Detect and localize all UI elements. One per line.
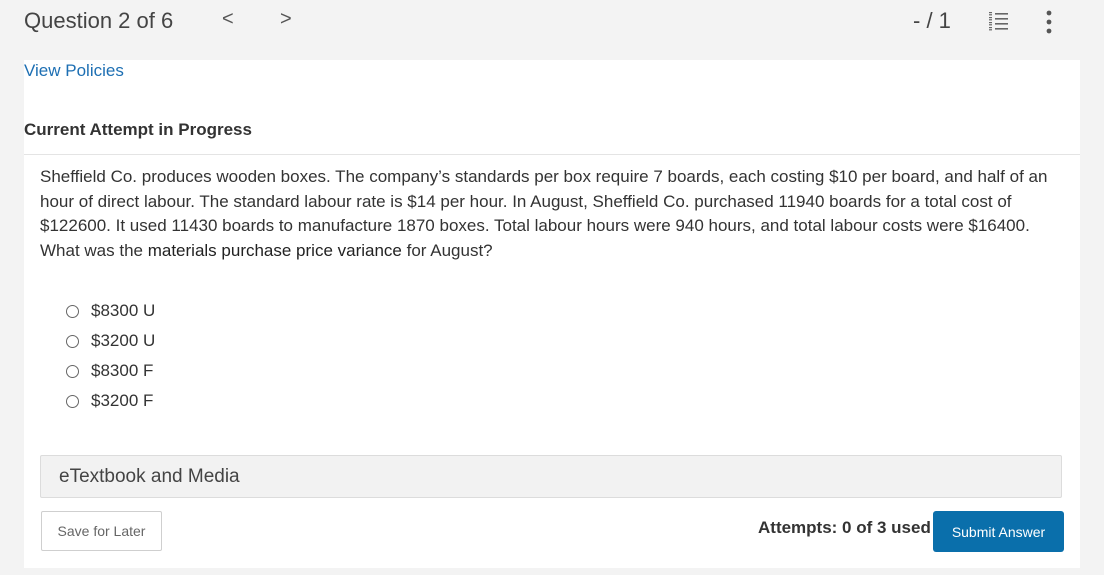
- radio-button[interactable]: [66, 334, 79, 348]
- answer-option-label: $3200 U: [91, 331, 156, 350]
- answer-option-label: $8300 F: [91, 361, 154, 380]
- answer-option[interactable]: $3200 F: [66, 386, 155, 416]
- section-divider: [24, 154, 1080, 155]
- numbered-list-icon[interactable]: [988, 11, 1008, 33]
- question-text-part: for August?: [401, 240, 493, 260]
- previous-question-button[interactable]: <: [222, 8, 234, 31]
- radio-button[interactable]: [66, 364, 79, 378]
- submit-answer-button[interactable]: Submit Answer: [933, 511, 1064, 552]
- answer-options: $8300 U $3200 U $8300 F $3200 F: [66, 296, 155, 416]
- view-policies-link[interactable]: View Policies: [24, 61, 124, 81]
- answer-option[interactable]: $8300 U: [66, 296, 155, 326]
- question-text: Sheffield Co. produces wooden boxes. The…: [40, 165, 1062, 263]
- etextbook-media-label: eTextbook and Media: [59, 466, 240, 487]
- attempt-heading: Current Attempt in Progress: [24, 120, 252, 139]
- save-for-later-button[interactable]: Save for Later: [41, 511, 162, 551]
- question-score: - / 1: [913, 8, 951, 33]
- radio-button[interactable]: [66, 394, 79, 408]
- question-title: Question 2 of 6: [24, 8, 174, 33]
- attempts-counter: Attempts: 0 of 3 used: [758, 518, 931, 537]
- answer-option[interactable]: $8300 F: [66, 356, 155, 386]
- question-header: Question 2 of 6 < > - / 1: [0, 0, 1104, 44]
- answer-option[interactable]: $3200 U: [66, 326, 155, 356]
- next-question-button[interactable]: >: [280, 8, 292, 31]
- radio-button[interactable]: [66, 304, 79, 318]
- etextbook-media-toggle[interactable]: eTextbook and Media: [40, 455, 1062, 498]
- question-highlight-term: materials purchase price variance: [147, 240, 402, 260]
- vertical-ellipsis-icon[interactable]: [1044, 9, 1054, 35]
- answer-option-label: $8300 U: [91, 301, 156, 320]
- answer-option-label: $3200 F: [91, 391, 154, 410]
